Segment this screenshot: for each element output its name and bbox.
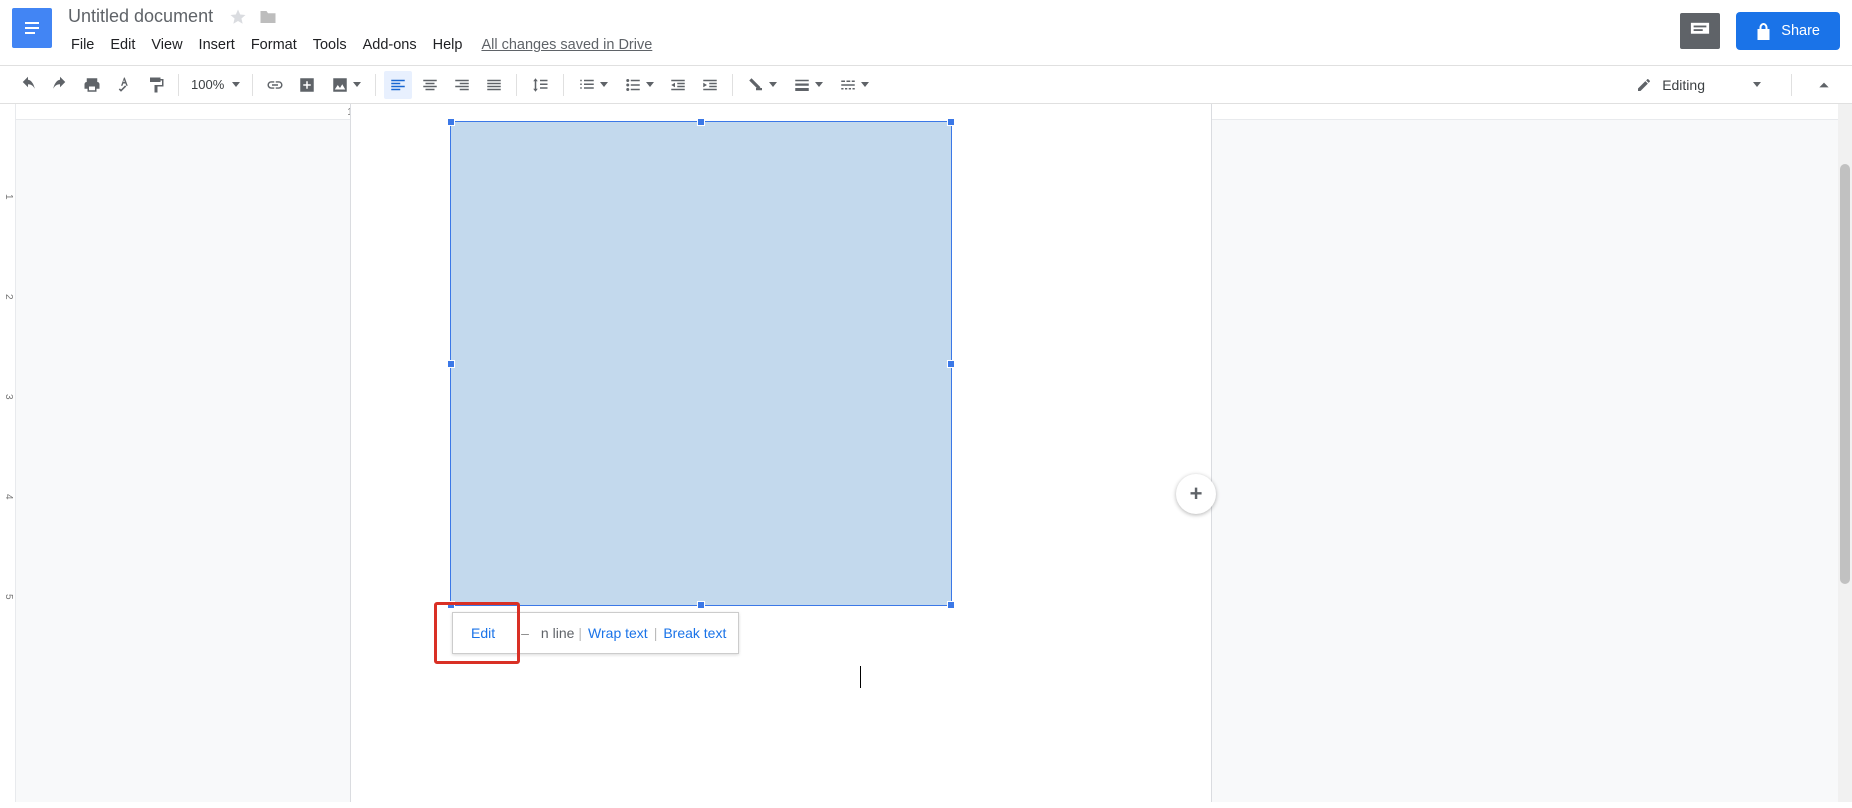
resize-handle-tr[interactable] bbox=[947, 118, 955, 126]
vertical-scrollbar[interactable] bbox=[1838, 104, 1852, 802]
redo-icon[interactable] bbox=[46, 71, 74, 99]
share-label: Share bbox=[1781, 23, 1820, 39]
paint-format-icon[interactable] bbox=[142, 71, 170, 99]
border-weight-icon[interactable] bbox=[787, 71, 829, 99]
star-icon[interactable] bbox=[229, 8, 247, 26]
align-justify-icon[interactable] bbox=[480, 71, 508, 99]
decrease-indent-icon[interactable] bbox=[664, 71, 692, 99]
vertical-ruler[interactable]: 1 2 3 4 5 bbox=[0, 104, 16, 802]
chevron-down-icon bbox=[232, 82, 240, 87]
image-context-toolbar: Edit – n line | Wrap text | Break text bbox=[452, 612, 739, 654]
explore-button[interactable]: + bbox=[1176, 474, 1216, 514]
context-separator: – bbox=[513, 625, 537, 641]
selected-drawing[interactable] bbox=[450, 121, 952, 606]
resize-handle-r[interactable] bbox=[947, 360, 955, 368]
resize-handle-br[interactable] bbox=[947, 601, 955, 609]
clear-formatting-icon[interactable] bbox=[741, 71, 783, 99]
undo-icon[interactable] bbox=[14, 71, 42, 99]
vruler-2: 2 bbox=[3, 294, 14, 300]
chevron-down-icon bbox=[861, 82, 869, 87]
resize-handle-t[interactable] bbox=[697, 118, 705, 126]
chevron-down-icon bbox=[1753, 82, 1761, 87]
context-edit-button[interactable]: Edit bbox=[453, 625, 513, 641]
header-bar: Untitled document File Edit View Insert … bbox=[0, 0, 1852, 57]
vruler-1: 1 bbox=[3, 194, 14, 200]
print-icon[interactable] bbox=[78, 71, 106, 99]
chevron-down-icon bbox=[600, 82, 608, 87]
context-inline-option[interactable]: n line bbox=[537, 625, 574, 641]
line-spacing-icon[interactable] bbox=[525, 71, 555, 99]
insert-image-icon[interactable] bbox=[325, 71, 367, 99]
folder-move-icon[interactable] bbox=[259, 8, 277, 26]
menu-view[interactable]: View bbox=[144, 33, 189, 57]
resize-handle-b[interactable] bbox=[697, 601, 705, 609]
vruler-5: 5 bbox=[3, 594, 14, 600]
spellcheck-icon[interactable] bbox=[110, 71, 138, 99]
editing-mode-button[interactable]: Editing bbox=[1622, 71, 1775, 99]
document-title[interactable]: Untitled document bbox=[64, 6, 217, 27]
increase-indent-icon[interactable] bbox=[696, 71, 724, 99]
share-button[interactable]: Share bbox=[1736, 12, 1840, 50]
docs-logo-icon[interactable] bbox=[12, 8, 52, 48]
editing-label: Editing bbox=[1662, 77, 1705, 93]
zoom-value: 100% bbox=[191, 77, 224, 92]
align-left-icon[interactable] bbox=[384, 71, 412, 99]
menu-addons[interactable]: Add-ons bbox=[356, 33, 424, 57]
menu-insert[interactable]: Insert bbox=[192, 33, 242, 57]
pencil-icon bbox=[1636, 77, 1652, 93]
collapse-toolbar-icon[interactable] bbox=[1810, 71, 1838, 99]
menu-format[interactable]: Format bbox=[244, 33, 304, 57]
plus-icon: + bbox=[1190, 481, 1203, 507]
vruler-3: 3 bbox=[3, 394, 14, 400]
toolbar: 100% Editing bbox=[0, 65, 1852, 104]
align-center-icon[interactable] bbox=[416, 71, 444, 99]
numbered-list-icon[interactable] bbox=[572, 71, 614, 99]
menu-help[interactable]: Help bbox=[426, 33, 470, 57]
text-cursor bbox=[860, 666, 861, 688]
insert-comment-icon[interactable] bbox=[293, 71, 321, 99]
save-status[interactable]: All changes saved in Drive bbox=[481, 37, 652, 53]
document-area: 1 2 3 4 5 1 1 2 3 4 5 6 7 bbox=[0, 104, 1852, 802]
border-dash-icon[interactable] bbox=[833, 71, 875, 99]
resize-handle-tl[interactable] bbox=[447, 118, 455, 126]
vruler-4: 4 bbox=[3, 494, 14, 500]
context-break-option[interactable]: Break text bbox=[661, 625, 728, 641]
menu-edit[interactable]: Edit bbox=[103, 33, 142, 57]
resize-handle-bl[interactable] bbox=[447, 601, 455, 609]
chevron-down-icon bbox=[815, 82, 823, 87]
chevron-down-icon bbox=[646, 82, 654, 87]
lock-icon bbox=[1756, 23, 1771, 40]
scrollbar-thumb[interactable] bbox=[1840, 164, 1850, 584]
comments-icon[interactable] bbox=[1680, 13, 1720, 49]
menu-bar: File Edit View Insert Format Tools Add-o… bbox=[64, 33, 1680, 57]
insert-link-icon[interactable] bbox=[261, 71, 289, 99]
resize-handle-l[interactable] bbox=[447, 360, 455, 368]
chevron-down-icon bbox=[353, 82, 361, 87]
chevron-down-icon bbox=[769, 82, 777, 87]
bulleted-list-icon[interactable] bbox=[618, 71, 660, 99]
context-wrap-option[interactable]: Wrap text bbox=[586, 625, 650, 641]
align-right-icon[interactable] bbox=[448, 71, 476, 99]
menu-file[interactable]: File bbox=[64, 33, 101, 57]
zoom-select[interactable]: 100% bbox=[191, 77, 240, 92]
menu-tools[interactable]: Tools bbox=[306, 33, 354, 57]
